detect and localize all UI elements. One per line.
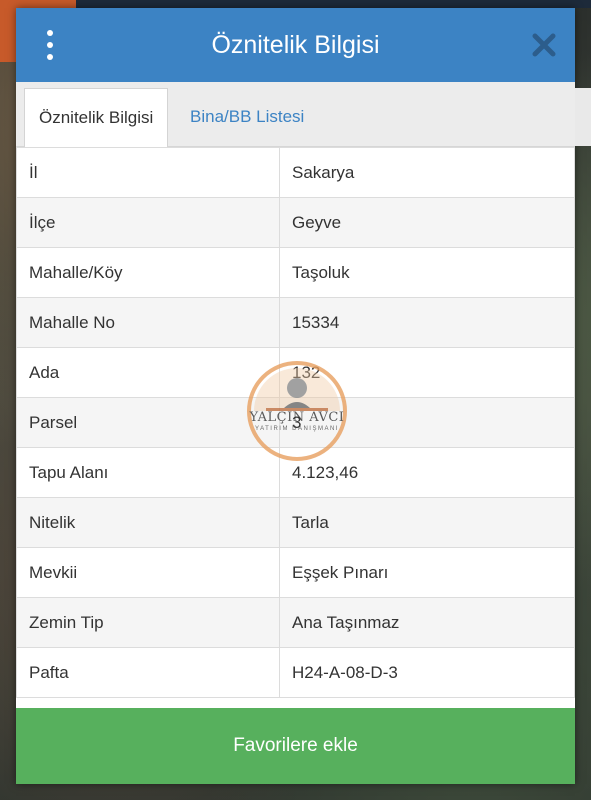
table-row: İlçe Geyve <box>16 197 575 248</box>
attribute-key: Mahalle No <box>16 297 280 348</box>
attribute-key: Mahalle/Köy <box>16 247 280 298</box>
table-row: Pafta H24-A-08-D-3 <box>16 647 575 698</box>
attribute-value: Sakarya <box>279 147 575 198</box>
more-vert-icon[interactable] <box>44 30 56 60</box>
tab-building-list[interactable]: Bina/BB Listesi <box>176 88 318 146</box>
attribute-value: 3 <box>279 397 575 448</box>
attribute-key: Tapu Alanı <box>16 447 280 498</box>
table-row: Ada 132 <box>16 347 575 398</box>
table-row: Nitelik Tarla <box>16 497 575 548</box>
close-icon[interactable] <box>531 32 557 58</box>
attribute-key: Mevkii <box>16 547 280 598</box>
attribute-value: H24-A-08-D-3 <box>279 647 575 698</box>
map-background-tile <box>575 88 591 146</box>
attribute-info-dialog: Öznitelik Bilgisi Öznitelik Bilgisi Bina… <box>16 8 575 784</box>
tab-attribute-info[interactable]: Öznitelik Bilgisi <box>24 88 169 147</box>
table-row: Parsel 3 <box>16 397 575 448</box>
attribute-value: 15334 <box>279 297 575 348</box>
attribute-value: 132 <box>279 347 575 398</box>
table-row: Zemin Tip Ana Taşınmaz <box>16 597 575 648</box>
attribute-key: İlçe <box>16 197 280 248</box>
attribute-value: Geyve <box>279 197 575 248</box>
attribute-value: Eşşek Pınarı <box>279 547 575 598</box>
attribute-key: İl <box>16 147 280 198</box>
table-row: Mahalle No 15334 <box>16 297 575 348</box>
attribute-value: Ana Taşınmaz <box>279 597 575 648</box>
table-row: Mevkii Eşşek Pınarı <box>16 547 575 598</box>
table-row: Mahalle/Köy Taşoluk <box>16 247 575 298</box>
attribute-key: Ada <box>16 347 280 398</box>
table-row: Tapu Alanı 4.123,46 <box>16 447 575 498</box>
add-favorite-button[interactable]: Favorilere ekle <box>16 708 575 784</box>
map-background-tile <box>76 0 591 8</box>
tab-bar: Öznitelik Bilgisi Bina/BB Listesi <box>16 82 575 147</box>
attribute-value: Tarla <box>279 497 575 548</box>
attribute-key: Zemin Tip <box>16 597 280 648</box>
table-row: İl Sakarya <box>16 147 575 198</box>
attribute-key: Parsel <box>16 397 280 448</box>
dialog-header: Öznitelik Bilgisi <box>16 8 575 82</box>
attribute-key: Pafta <box>16 647 280 698</box>
attribute-value: 4.123,46 <box>279 447 575 498</box>
attribute-key: Nitelik <box>16 497 280 548</box>
dialog-title: Öznitelik Bilgisi <box>211 30 380 59</box>
attribute-table: İl Sakarya İlçe Geyve Mahalle/Köy Taşoluk Maha… <box>16 147 575 698</box>
attribute-value: Taşoluk <box>279 247 575 298</box>
